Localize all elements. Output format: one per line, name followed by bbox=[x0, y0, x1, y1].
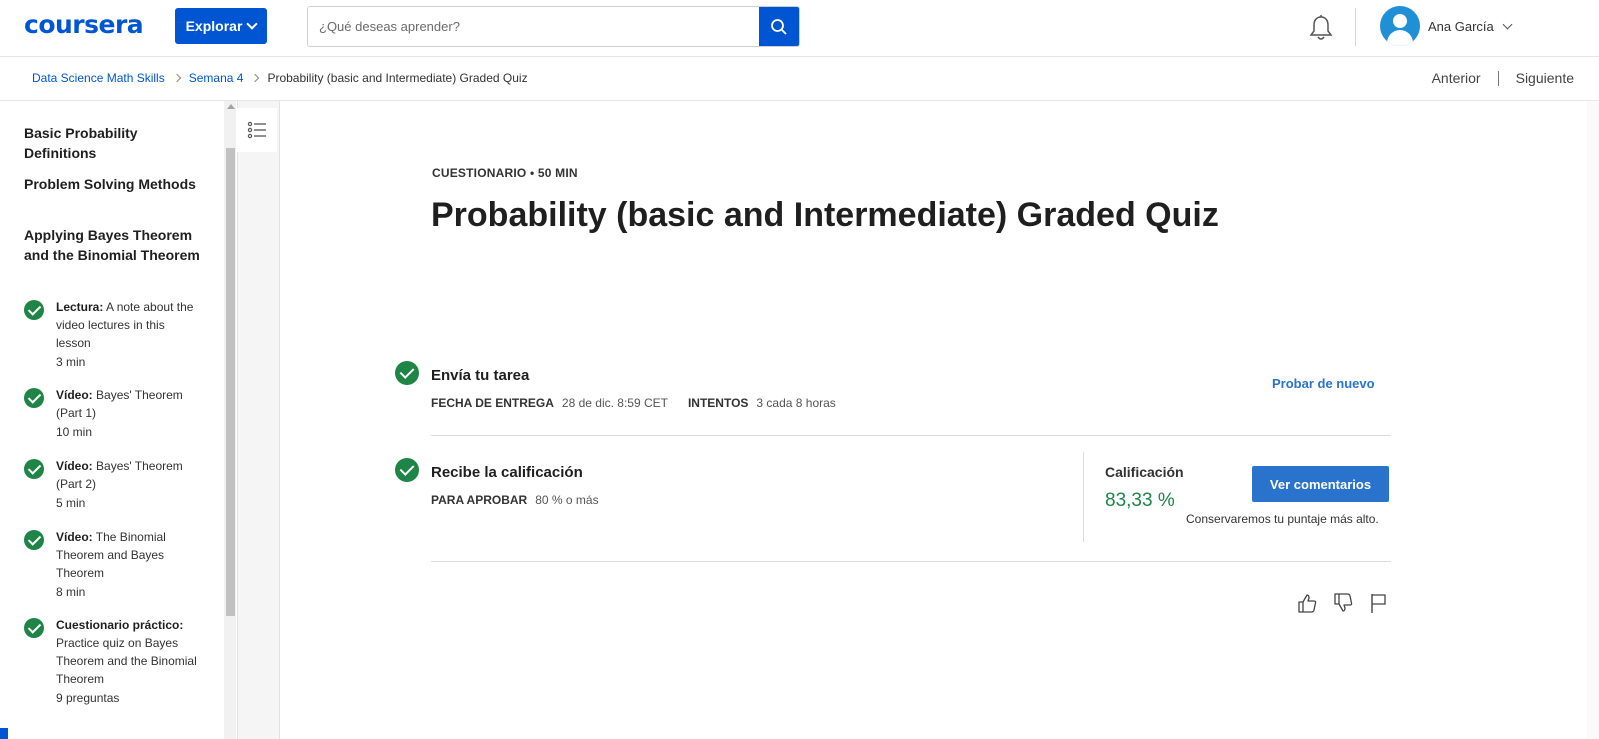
item-type: Vídeo: bbox=[56, 388, 93, 402]
search-input[interactable] bbox=[308, 7, 759, 46]
due-label: FECHA DE ENTREGA bbox=[431, 396, 554, 410]
breadcrumb-bar: Data Science Math Skills Semana 4 Probab… bbox=[0, 57, 1599, 101]
page-scrollbar[interactable] bbox=[1587, 101, 1599, 739]
course-sidebar: Basic Probability Definitions Problem So… bbox=[0, 101, 223, 739]
divider bbox=[431, 435, 1391, 436]
notifications-button[interactable] bbox=[1308, 14, 1334, 47]
report-button[interactable] bbox=[1368, 592, 1388, 614]
chevron-right-icon bbox=[172, 73, 181, 83]
checkmark-icon bbox=[24, 388, 44, 408]
search-icon bbox=[771, 18, 787, 35]
sidebar-section-title[interactable]: Applying Bayes Theorem and the Binomial … bbox=[24, 225, 209, 265]
header-divider bbox=[1355, 8, 1356, 46]
checkmark-icon bbox=[24, 300, 44, 320]
like-button[interactable] bbox=[1296, 592, 1318, 614]
divider bbox=[431, 561, 1391, 562]
item-duration: 8 min bbox=[56, 585, 86, 599]
previous-link[interactable]: Anterior bbox=[1432, 70, 1481, 86]
grade-note: Conservaremos tu puntaje más alto. bbox=[1186, 512, 1379, 526]
chevron-down-icon bbox=[246, 18, 259, 30]
next-link[interactable]: Siguiente bbox=[1516, 70, 1574, 86]
view-feedback-button[interactable]: Ver comentarios bbox=[1252, 466, 1389, 502]
pass-meta: PARA APROBAR 80 % o más bbox=[431, 493, 599, 507]
retry-link[interactable]: Probar de nuevo bbox=[1272, 376, 1375, 391]
item-title: Practice quiz on Bayes Theorem and the B… bbox=[56, 636, 197, 686]
explore-label: Explorar bbox=[185, 18, 243, 34]
item-type: Vídeo: bbox=[56, 530, 93, 544]
page-title: Probability (basic and Intermediate) Gra… bbox=[431, 196, 1219, 234]
quiz-meta: CUESTIONARIO • 50 MIN bbox=[432, 166, 578, 180]
checkmark-icon bbox=[395, 361, 419, 385]
attempts-value: 3 cada 8 horas bbox=[756, 396, 836, 410]
scroll-up-arrow-icon[interactable] bbox=[227, 104, 235, 109]
grade-divider bbox=[1083, 452, 1084, 542]
chevron-right-icon bbox=[251, 73, 260, 83]
explore-button[interactable]: Explorar bbox=[175, 8, 267, 44]
item-duration: 3 min bbox=[56, 355, 86, 369]
sidebar-scroll-thumb[interactable] bbox=[226, 148, 235, 616]
sidebar-section-title[interactable]: Basic Probability Definitions bbox=[24, 123, 209, 163]
checkmark-icon bbox=[24, 459, 44, 479]
submit-meta: FECHA DE ENTREGA 28 de dic. 8:59 CET INT… bbox=[431, 396, 836, 410]
sidebar-section-title[interactable]: Problem Solving Methods bbox=[24, 174, 209, 194]
top-header: coursera Explorar Ana García bbox=[0, 0, 1599, 57]
breadcrumb-course[interactable]: Data Science Math Skills bbox=[32, 71, 165, 85]
breadcrumb-week[interactable]: Semana 4 bbox=[189, 71, 244, 85]
search-button[interactable] bbox=[759, 7, 799, 46]
item-type: Vídeo: bbox=[56, 459, 93, 473]
item-duration: 5 min bbox=[56, 496, 86, 510]
grade-step-title: Recibe la calificación bbox=[431, 464, 583, 481]
item-duration: 10 min bbox=[56, 425, 93, 439]
user-menu[interactable]: Ana García bbox=[1380, 6, 1513, 46]
grade-label: Calificación bbox=[1105, 464, 1184, 480]
attempts-label: INTENTOS bbox=[687, 396, 749, 410]
list-icon bbox=[247, 121, 266, 139]
due-value: 28 de dic. 8:59 CET bbox=[561, 396, 668, 410]
item-duration: 9 preguntas bbox=[56, 691, 120, 705]
item-type: Lectura: bbox=[56, 300, 104, 314]
grade-value: 83,33 % bbox=[1105, 490, 1175, 511]
breadcrumb-current: Probability (basic and Intermediate) Gra… bbox=[267, 71, 528, 85]
nav-divider bbox=[1497, 70, 1499, 86]
pass-label: PARA APROBAR bbox=[431, 493, 528, 507]
dislike-button[interactable] bbox=[1332, 592, 1354, 614]
pass-value: 80 % o más bbox=[535, 493, 599, 507]
chevron-down-icon bbox=[1502, 19, 1513, 29]
submit-step-title: Envía tu tarea bbox=[431, 367, 530, 384]
flag-icon bbox=[1371, 594, 1386, 613]
item-type: Cuestionario práctico: bbox=[56, 618, 184, 632]
active-item-indicator bbox=[0, 728, 8, 739]
toggle-outline-button[interactable] bbox=[237, 108, 277, 152]
prev-next-nav: Anterior Siguiente bbox=[1432, 70, 1574, 86]
thumbs-up-icon bbox=[1298, 594, 1317, 613]
toolbar-column bbox=[237, 101, 280, 739]
bell-icon bbox=[1309, 15, 1333, 40]
checkmark-icon bbox=[395, 458, 419, 482]
user-avatar-icon bbox=[1380, 6, 1420, 46]
thumbs-down-icon bbox=[1334, 593, 1353, 612]
checkmark-icon bbox=[24, 530, 44, 550]
feedback-icons bbox=[1296, 592, 1388, 614]
checkmark-icon bbox=[24, 618, 44, 638]
search-bar bbox=[307, 6, 800, 47]
coursera-logo[interactable]: coursera bbox=[24, 10, 144, 39]
user-name: Ana García bbox=[1428, 18, 1494, 34]
breadcrumb: Data Science Math Skills Semana 4 Probab… bbox=[32, 71, 528, 85]
